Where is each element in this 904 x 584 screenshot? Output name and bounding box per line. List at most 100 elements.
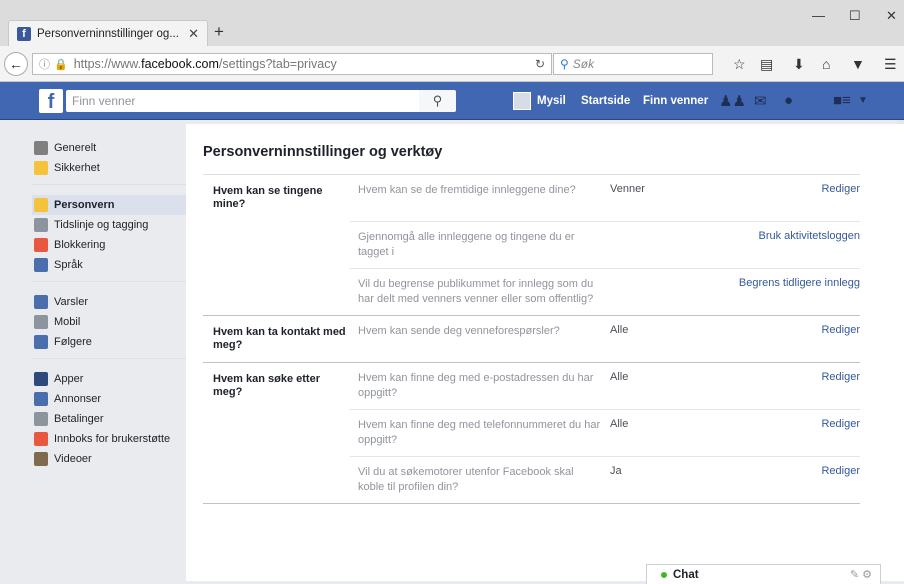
sidebar-item-generelt[interactable]: Generelt (32, 138, 186, 158)
account-menu-icon[interactable]: ▼ (858, 95, 868, 106)
sidebar-item-label: Mobil (54, 316, 81, 328)
user-name: Mysil (537, 95, 566, 107)
url-prefix: https://www. (73, 57, 142, 71)
setting-value: Alle (610, 324, 629, 336)
settings-section: Hvem kan se tingene mine? Hvem kan se de … (203, 175, 860, 316)
facebook-header: f Finn venner ⚲ Mysil Startside Finn ven… (0, 82, 904, 120)
setting-question: Hvem kan finne deg med telefonnummeret d… (358, 419, 601, 446)
privacy-settings-table: Hvem kan se tingene mine? Hvem kan se de … (203, 174, 860, 504)
chat-bar[interactable]: Chat ✎ ⚙ (646, 564, 881, 584)
sidebar-item-label: Varsler (54, 296, 89, 308)
browser-search-input[interactable]: ⚲ Søk (553, 53, 713, 75)
sidebar-item-label: Blokkering (54, 239, 106, 251)
reload-icon[interactable]: ↻ (535, 57, 545, 71)
setting-action-link[interactable]: Rediger (712, 418, 860, 448)
setting-question: Hvem kan sende deg venneforespørsler? (358, 325, 560, 337)
tab-close-icon[interactable]: ✕ (188, 26, 199, 42)
sidebar-item-label: Sikkerhet (54, 162, 100, 174)
section-heading: Hvem kan se tingene mine? (213, 185, 323, 210)
new-tab-button[interactable]: + (214, 22, 224, 42)
settings-row[interactable]: Vil du at søkemotorer utenfor Facebook s… (350, 456, 860, 503)
chat-settings-icon[interactable]: ✎ ⚙ (850, 568, 872, 581)
sidebar-item-videoer[interactable]: Videoer (32, 449, 186, 469)
sidebar-item-sikkerhet[interactable]: Sikkerhet (32, 158, 186, 178)
window-close-icon[interactable]: ✕ (886, 8, 897, 24)
home-icon[interactable]: ⌂ (822, 56, 830, 72)
sidebar-item-label: Innboks for brukerstøtte (54, 433, 171, 445)
privacy-shortcuts-icon[interactable]: ■≡ (833, 92, 851, 109)
pocket-icon[interactable]: ▼ (851, 56, 865, 72)
sidebar-item-personvern[interactable]: Personvern (32, 195, 186, 215)
sidebar-item-språk[interactable]: Språk (32, 255, 186, 275)
sidebar-group: Varsler Mobil Følgere (32, 288, 186, 359)
settings-row[interactable]: Hvem kan sende deg venneforespørsler? All… (350, 316, 860, 362)
apps-icon (34, 372, 48, 386)
setting-question: Hvem kan se de fremtidige innleggene din… (358, 184, 576, 196)
sidebar-item-blokkering[interactable]: Blokkering (32, 235, 186, 255)
settings-row[interactable]: Vil du begrense publikummet for innlegg … (350, 268, 860, 315)
sidebar-group: Generelt Sikkerhet (32, 134, 186, 185)
download-icon[interactable]: ⬇ (793, 56, 805, 73)
info-icon[interactable]: ⓘ (39, 56, 50, 72)
setting-value: Venner (610, 183, 645, 195)
lifebuoy-icon (34, 432, 48, 446)
notifications-globe-icon[interactable]: ● (784, 92, 793, 109)
find-friends-link[interactable]: Finn venner (643, 95, 708, 107)
settings-main-panel: Personverninnstillinger og verktøy Hvem … (186, 124, 904, 581)
sidebar-item-tidslinje-og-tagging[interactable]: Tidslinje og tagging (32, 215, 186, 235)
setting-action-link[interactable]: Rediger (712, 324, 860, 354)
setting-action-link[interactable]: Bruk aktivitetsloggen (712, 230, 861, 260)
sidebar-item-mobil[interactable]: Mobil (32, 312, 186, 332)
sidebar-item-label: Tidslinje og tagging (54, 219, 149, 231)
language-icon (34, 258, 48, 272)
online-status-icon (661, 571, 667, 578)
rss-icon (34, 335, 48, 349)
browser-titlebar: f Personverninnstillinger og... ✕ + — ☐ … (0, 0, 904, 46)
tab-title: Personverninnstillinger og... (37, 27, 179, 40)
messages-icon[interactable]: ✉ (754, 92, 767, 110)
profile-link[interactable]: Mysil (513, 92, 566, 110)
setting-value (602, 277, 712, 307)
setting-action-link[interactable]: Rediger (712, 183, 860, 213)
browser-tab[interactable]: f Personverninnstillinger og... ✕ (8, 20, 208, 46)
sidebar-item-label: Annonser (54, 393, 102, 405)
setting-value: Alle (610, 371, 629, 383)
sidebar-item-apper[interactable]: Apper (32, 369, 186, 389)
setting-action-link[interactable]: Rediger (712, 371, 860, 401)
section-heading: Hvem kan ta kontakt med meg? (213, 326, 346, 351)
timeline-icon (34, 218, 48, 232)
sidebar-item-varsler[interactable]: Varsler (32, 292, 186, 312)
settings-row[interactable]: Hvem kan finne deg med telefonnummeret d… (350, 409, 860, 456)
reading-list-icon[interactable]: ▤ (760, 56, 773, 73)
settings-row[interactable]: Hvem kan se de fremtidige innleggene din… (350, 175, 860, 221)
minimize-icon[interactable]: — (812, 8, 825, 23)
url-bar[interactable]: ⓘ 🔒 https://www. facebook.com/settings?ta… (32, 53, 552, 75)
menu-icon[interactable]: ☰ (884, 56, 897, 73)
settings-section: Hvem kan ta kontakt med meg? Hvem kan sen… (203, 316, 860, 363)
sidebar-item-label: Videoer (54, 453, 92, 465)
chat-label: Chat (673, 568, 699, 581)
section-heading: Hvem kan søke etter meg? (213, 373, 320, 398)
facebook-logo-icon[interactable]: f (39, 89, 63, 113)
lock-icon (34, 198, 48, 212)
fb-search-button[interactable]: ⚲ (419, 90, 456, 112)
browser-navbar: ← ⓘ 🔒 https://www. facebook.com/settings?… (0, 46, 904, 82)
fb-search-input[interactable]: Finn venner (66, 90, 419, 112)
settings-row[interactable]: Hvem kan finne deg med e-postadressen du… (350, 363, 860, 409)
setting-question: Gjennomgå alle innleggene og tingene du … (358, 231, 575, 258)
bookmark-star-icon[interactable]: ☆ (733, 56, 746, 73)
home-link[interactable]: Startside (581, 95, 630, 107)
sidebar-item-betalinger[interactable]: Betalinger (32, 409, 186, 429)
sidebar-item-annonser[interactable]: Annonser (32, 389, 186, 409)
sidebar-item-innboks-for-brukerstøtte[interactable]: Innboks for brukerstøtte (32, 429, 186, 449)
friend-requests-icon[interactable]: ♟♟ (719, 92, 746, 110)
settings-row[interactable]: Gjennomgå alle innleggene og tingene du … (350, 221, 860, 268)
setting-action-link[interactable]: Rediger (712, 465, 860, 495)
page-title: Personverninnstillinger og verktøy (203, 144, 443, 160)
maximize-icon[interactable]: ☐ (849, 8, 861, 24)
back-button[interactable]: ← (4, 52, 28, 76)
setting-question: Hvem kan finne deg med e-postadressen du… (358, 372, 594, 399)
card-icon (34, 412, 48, 426)
sidebar-item-følgere[interactable]: Følgere (32, 332, 186, 352)
setting-action-link[interactable]: Begrens tidligere innlegg (712, 277, 860, 307)
